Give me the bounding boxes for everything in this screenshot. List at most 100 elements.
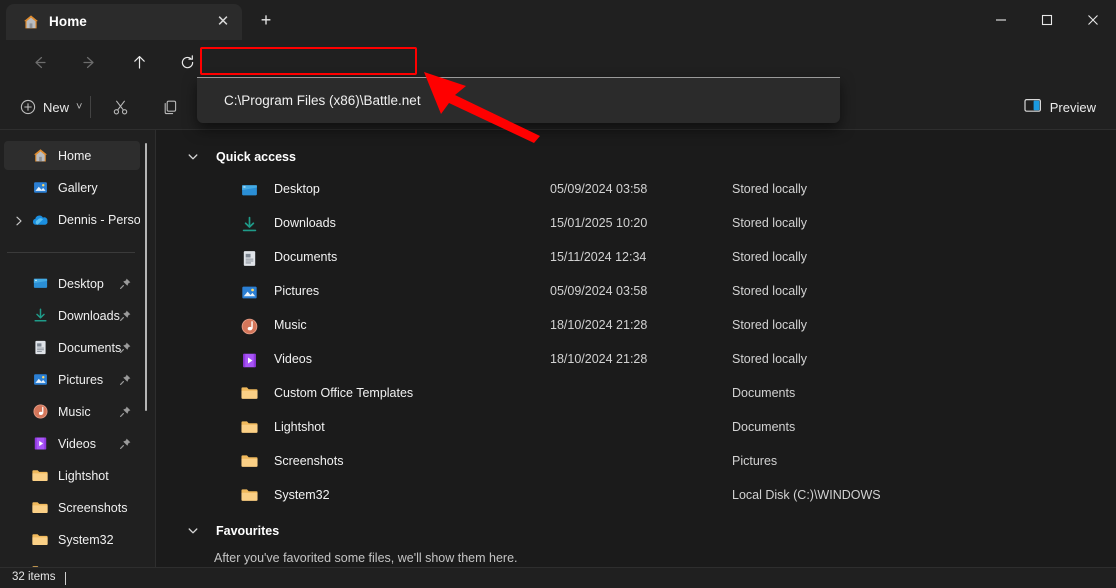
file-status: Stored locally <box>732 250 808 264</box>
sidebar-item-label: Gallery <box>58 180 98 195</box>
back-arrow-icon[interactable] <box>22 45 56 79</box>
table-row[interactable]: Custom Office Templates Documents <box>156 377 1116 411</box>
file-name: Desktop <box>274 182 320 196</box>
documents-icon <box>30 339 50 357</box>
item-count-label: 32 items <box>12 571 56 583</box>
pin-icon[interactable] <box>119 405 132 418</box>
close-button[interactable] <box>1070 0 1116 40</box>
sidebar-item-videos[interactable]: Videos <box>4 429 140 458</box>
navigation-pane: Home Gallery Dennis - Person Desktop Dow… <box>0 130 152 567</box>
folder-icon <box>240 453 260 472</box>
new-tab-button[interactable]: + <box>252 10 280 32</box>
table-row[interactable]: Downloads 15/01/2025 10:20 Stored locall… <box>156 207 1116 241</box>
onedrive-cloud-icon <box>30 211 50 229</box>
file-date: 05/09/2024 03:58 <box>550 284 648 298</box>
sidebar-item-desktop[interactable]: Desktop <box>4 269 140 298</box>
preview-button-label: Preview <box>1049 99 1096 115</box>
folder-icon <box>240 487 260 506</box>
sidebar-item-system32[interactable]: System32 <box>4 525 140 554</box>
cut-icon[interactable] <box>104 92 136 122</box>
command-bar-divider <box>90 96 91 118</box>
sidebar-item-downloads[interactable]: Downloads <box>4 301 140 330</box>
chevron-down-icon[interactable] <box>186 150 200 164</box>
folder-icon <box>30 467 50 485</box>
file-name: Music <box>274 318 307 332</box>
downloads-icon <box>30 307 50 325</box>
pin-icon[interactable] <box>119 277 132 290</box>
pin-icon[interactable] <box>119 309 132 322</box>
table-row[interactable]: Videos 18/10/2024 21:28 Stored locally <box>156 343 1116 377</box>
copy-icon[interactable] <box>154 92 186 122</box>
file-name: Custom Office Templates <box>274 386 414 400</box>
folder-icon <box>240 419 260 438</box>
sidebar-item-screenshots[interactable]: Screenshots <box>4 493 140 522</box>
file-date: 15/11/2024 12:34 <box>550 250 647 264</box>
sidebar-item-pictures[interactable]: Pictures <box>4 365 140 394</box>
file-name: System32 <box>274 488 330 502</box>
table-row[interactable]: System32 Local Disk (C:)\WINDOWS <box>156 479 1116 513</box>
sidebar-item-partial[interactable] <box>4 557 140 567</box>
documents-icon <box>240 249 260 268</box>
maximize-button[interactable] <box>1024 0 1070 40</box>
file-status: Stored locally <box>732 216 808 230</box>
pin-icon[interactable] <box>119 373 132 386</box>
table-row[interactable]: Desktop 05/09/2024 03:58 Stored locally <box>156 173 1116 207</box>
sidebar-item-label: Pictures <box>58 372 104 387</box>
new-button-label: New <box>43 99 70 115</box>
file-status: Documents <box>732 386 796 400</box>
forward-arrow-icon[interactable] <box>72 45 106 79</box>
title-bar: Home ✕ + <box>0 0 1116 40</box>
favourites-empty-message: After you've favorited some files, we'll… <box>214 551 518 565</box>
sidebar-item-label: Downloads <box>58 308 120 323</box>
table-row[interactable]: Pictures 05/09/2024 03:58 Stored locally <box>156 275 1116 309</box>
sidebar-item-gallery[interactable]: Gallery <box>4 173 140 202</box>
new-button[interactable]: New ˅ <box>12 92 90 122</box>
file-date: 15/01/2025 10:20 <box>550 216 648 230</box>
window-controls <box>978 0 1116 40</box>
sidebar-item-label: Screenshots <box>58 500 128 515</box>
file-name: Downloads <box>274 216 336 230</box>
file-date: 18/10/2024 21:28 <box>550 352 648 366</box>
home-icon <box>30 147 50 165</box>
sidebar-item-home[interactable]: Home <box>4 141 140 170</box>
tab-label: Home <box>49 14 87 29</box>
autosuggest-item-label: C:\Program Files (x86)\Battle.net <box>224 93 421 108</box>
preview-button[interactable]: Preview <box>1018 93 1102 121</box>
chevron-down-icon[interactable] <box>186 524 200 538</box>
chevron-right-icon[interactable] <box>13 214 25 226</box>
desktop-icon <box>240 181 260 200</box>
sidebar-item-music[interactable]: Music <box>4 397 140 426</box>
up-arrow-icon[interactable] <box>122 45 156 79</box>
sidebar-scrollbar[interactable] <box>145 143 147 411</box>
table-row[interactable]: Lightshot Documents <box>156 411 1116 445</box>
table-row[interactable]: Documents 15/11/2024 12:34 Stored locall… <box>156 241 1116 275</box>
group-header-favourites[interactable]: Favourites <box>156 516 1116 546</box>
address-autosuggest-dropdown: C:\Program Files (x86)\Battle.net <box>197 77 840 123</box>
music-icon <box>30 403 50 421</box>
sidebar-item-label: Desktop <box>58 276 104 291</box>
sidebar-item-onedrive[interactable]: Dennis - Person <box>4 205 140 234</box>
table-row[interactable]: Music 18/10/2024 21:28 Stored locally <box>156 309 1116 343</box>
pictures-icon <box>30 371 50 389</box>
tab-close-icon[interactable]: ✕ <box>213 13 233 31</box>
sidebar-item-label: Music <box>58 404 91 419</box>
pin-icon[interactable] <box>119 437 132 450</box>
refresh-icon[interactable] <box>170 45 204 79</box>
table-row[interactable]: Screenshots Pictures <box>156 445 1116 479</box>
file-status: Stored locally <box>732 318 808 332</box>
file-date: 18/10/2024 21:28 <box>550 318 648 332</box>
music-icon <box>240 317 260 336</box>
group-header-quick-access[interactable]: Quick access <box>156 142 1116 172</box>
autosuggest-item[interactable]: C:\Program Files (x86)\Battle.net <box>197 78 840 123</box>
plus-circle-icon <box>20 99 36 115</box>
sidebar-item-label: Lightshot <box>58 468 109 483</box>
pin-icon[interactable] <box>119 341 132 354</box>
sidebar-item-lightshot[interactable]: Lightshot <box>4 461 140 490</box>
minimize-button[interactable] <box>978 0 1024 40</box>
sidebar-item-documents[interactable]: Documents <box>4 333 140 362</box>
tab-home[interactable]: Home ✕ <box>6 4 242 40</box>
pictures-icon <box>240 283 260 302</box>
chevron-down-icon: ˅ <box>76 101 83 113</box>
preview-pane-icon <box>1024 98 1042 116</box>
file-status: Stored locally <box>732 352 808 366</box>
